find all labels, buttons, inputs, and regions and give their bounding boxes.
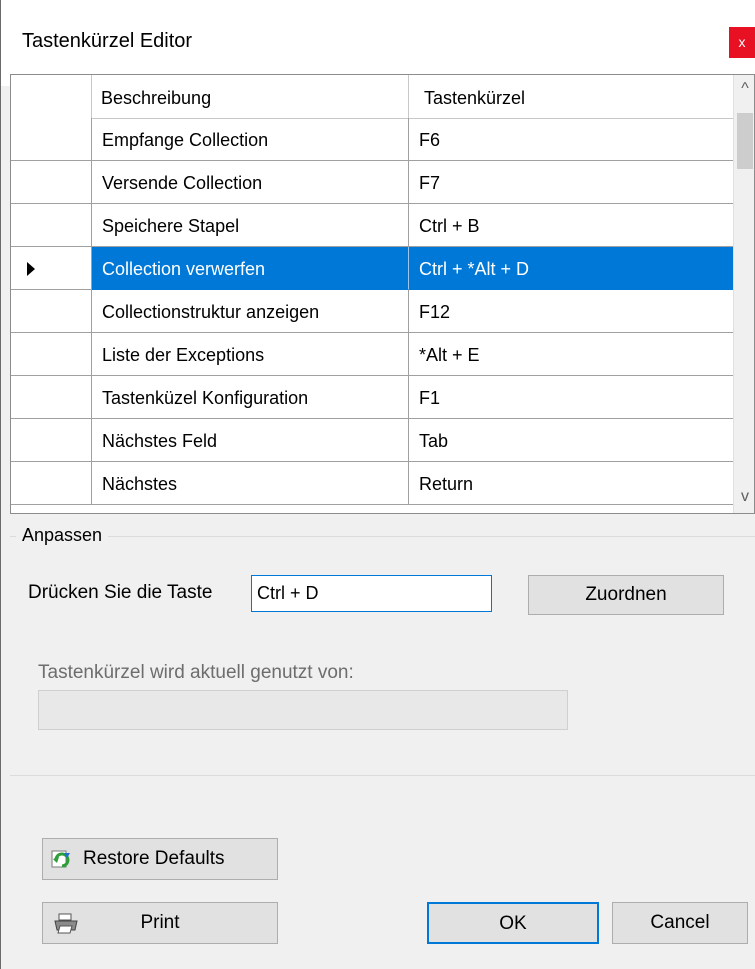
customize-group [10,536,755,776]
row-header[interactable] [11,204,92,247]
close-button[interactable]: x [729,27,755,58]
printer-icon [54,913,78,934]
row-header[interactable] [11,161,92,204]
table-row[interactable]: Collectionstruktur anzeigen F12 [11,290,734,333]
description-cell[interactable]: Empfange Collection [92,118,409,161]
print-label: Print [140,912,180,933]
table-row-selected[interactable]: Collection verwerfen Ctrl + *Alt + D [11,247,734,290]
usage-label: Tastenkürzel wird aktuell genutzt von: [38,662,354,683]
row-header[interactable] [11,419,92,462]
description-cell[interactable]: Speichere Stapel [92,204,409,247]
shortcut-cell[interactable]: F6 [409,118,734,161]
table-row[interactable]: Empfange Collection F6 [11,118,734,161]
current-row-arrow-icon [27,262,35,276]
vertical-scrollbar[interactable]: ^ v [733,75,754,513]
description-cell[interactable]: Collectionstruktur anzeigen [92,290,409,333]
column-header-description[interactable]: Beschreibung [92,75,409,118]
cancel-button[interactable]: Cancel [612,902,748,944]
ok-button[interactable]: OK [427,902,599,944]
table-row[interactable]: Speichere Stapel Ctrl + B [11,204,734,247]
table-row[interactable]: Nächstes Feld Tab [11,419,734,462]
print-button[interactable]: Print [42,902,278,944]
shortcut-cell[interactable]: Tab [409,419,734,462]
shortcut-cell[interactable]: F12 [409,290,734,333]
column-header-shortcut[interactable]: Tastenkürzel [409,75,734,118]
description-cell[interactable]: Tastenküzel Konfiguration [92,376,409,419]
customize-group-label: Anpassen [16,525,109,546]
scroll-up-icon[interactable]: ^ [734,77,754,101]
window-title: Tastenkürzel Editor [22,30,193,52]
row-header[interactable] [11,290,92,333]
row-header[interactable] [11,333,92,376]
row-header[interactable] [11,247,92,290]
usage-field [38,690,568,730]
shortcut-cell[interactable]: F1 [409,376,734,419]
description-cell[interactable]: Liste der Exceptions [92,333,409,376]
description-cell[interactable]: Collection verwerfen [92,247,409,290]
description-cell[interactable]: Versende Collection [92,161,409,204]
scroll-down-icon[interactable]: v [734,485,754,509]
shortcut-cell[interactable]: Return [409,462,734,505]
shortcut-cell[interactable]: F7 [409,161,734,204]
description-cell[interactable]: Nächstes [92,462,409,505]
shortcut-key-input[interactable] [251,575,492,612]
restore-defaults-button[interactable]: Restore Defaults [42,838,278,880]
shortcut-grid[interactable]: Beschreibung Tastenkürzel Empfange Colle… [10,74,755,514]
grid-header: Beschreibung Tastenkürzel [11,75,734,119]
description-cell[interactable]: Nächstes Feld [92,419,409,462]
row-header-corner [11,75,92,118]
restore-defaults-label: Restore Defaults [83,848,225,869]
restore-icon [51,850,70,868]
window-border [0,0,1,969]
row-header[interactable] [11,376,92,419]
table-row[interactable]: Versende Collection F7 [11,161,734,204]
shortcut-cell[interactable]: Ctrl + B [409,204,734,247]
scrollbar-thumb[interactable] [737,113,753,169]
press-key-label: Drücken Sie die Taste [28,582,213,603]
assign-button[interactable]: Zuordnen [528,575,724,615]
table-row[interactable]: Tastenküzel Konfiguration F1 [11,376,734,419]
row-header[interactable] [11,462,92,505]
shortcut-cell[interactable]: Ctrl + *Alt + D [409,247,734,290]
table-row[interactable]: Nächstes Return [11,462,734,505]
table-row[interactable]: Liste der Exceptions *Alt + E [11,333,734,376]
shortcut-cell[interactable]: *Alt + E [409,333,734,376]
row-header[interactable] [11,118,92,161]
